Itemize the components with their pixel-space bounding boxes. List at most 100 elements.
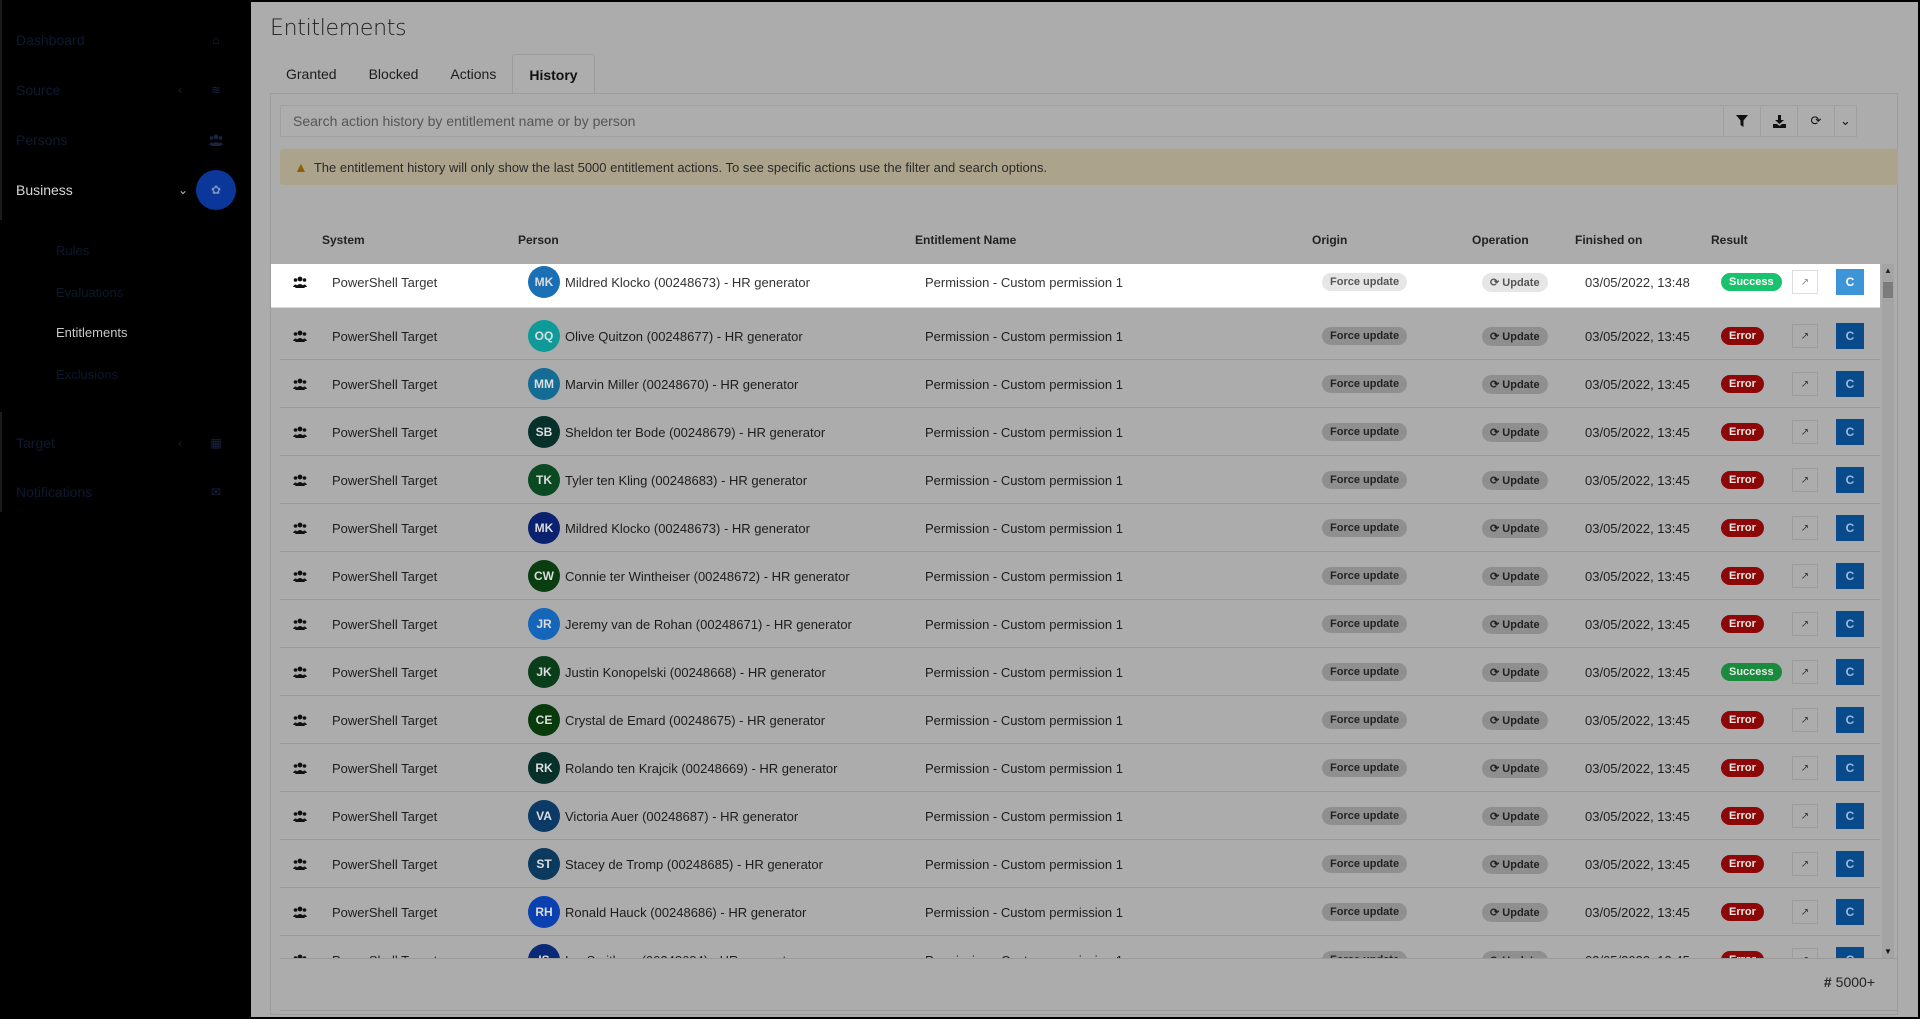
open-details-button[interactable]: ↗ (1792, 804, 1818, 828)
person-name[interactable]: Sheldon ter Bode (00248679) - HR generat… (565, 425, 825, 440)
open-details-button[interactable]: ↗ (1792, 324, 1818, 348)
sidebar-item-dashboard[interactable]: Dashboard ⌂ (0, 20, 250, 60)
open-details-button[interactable]: ↗ (1792, 468, 1818, 492)
person-name[interactable]: Tyler ten Kling (00248683) - HR generato… (565, 473, 807, 488)
table-row[interactable]: PowerShell Target SB Sheldon ter Bode (002… (280, 408, 1880, 456)
person-name[interactable]: Stacey de Tromp (00248685) - HR generato… (565, 857, 823, 872)
retry-button[interactable]: C (1836, 467, 1864, 493)
column-header-result[interactable]: Result (1711, 233, 1748, 247)
column-header-system[interactable]: System (322, 233, 365, 247)
sidebar-subitem-exclusions[interactable]: Exclusions (56, 367, 118, 382)
tab-granted[interactable]: Granted (270, 54, 353, 94)
retry-button[interactable]: C (1836, 803, 1864, 829)
sidebar-item-target[interactable]: Target ‹ ▦ (0, 423, 250, 463)
person-name[interactable]: Ronald Hauck (00248686) - HR generator (565, 905, 806, 920)
column-header-person[interactable]: Person (518, 233, 559, 247)
retry-button[interactable]: C (1836, 515, 1864, 541)
retry-button[interactable]: C (1836, 947, 1864, 958)
search-input[interactable] (281, 106, 1723, 136)
table-row[interactable]: PowerShell Target VA Victoria Auer (002486… (280, 792, 1880, 840)
group-icon (290, 360, 310, 408)
home-icon: ⌂ (212, 33, 220, 47)
retry-button[interactable]: C (1836, 269, 1864, 295)
person-name[interactable]: Connie ter Wintheiser (00248672) - HR ge… (565, 569, 850, 584)
table-row[interactable]: PowerShell Target RK Rolando ten Krajcik (… (280, 744, 1880, 792)
operation-badge: ⟳ Update (1482, 950, 1548, 958)
open-details-button[interactable]: ↗ (1792, 270, 1818, 294)
tab-actions[interactable]: Actions (434, 54, 512, 94)
sidebar-item-notifications[interactable]: Notifications ✉ (0, 472, 250, 512)
more-options-button[interactable]: ⌄ (1834, 106, 1856, 136)
person-name[interactable]: Jeremy van de Rohan (00248671) - HR gene… (565, 617, 852, 632)
open-details-button[interactable]: ↗ (1792, 708, 1818, 732)
finished-on-cell: 03/05/2022, 13:45 (1585, 328, 1690, 344)
table-row[interactable]: PowerShell Target CW Connie ter Wintheiser… (280, 552, 1880, 600)
table-row[interactable]: PowerShell Target RH Ronald Hauck (0024868… (280, 888, 1880, 936)
retry-button[interactable]: C (1836, 611, 1864, 637)
open-details-button[interactable]: ↗ (1792, 612, 1818, 636)
open-details-button[interactable]: ↗ (1792, 372, 1818, 396)
table-row[interactable]: PowerShell Target JK Justin Konopelski (00… (280, 648, 1880, 696)
scroll-down-icon[interactable]: ▼ (1884, 947, 1892, 956)
open-details-button[interactable]: ↗ (1792, 420, 1818, 444)
person-name[interactable]: Olive Quitzon (00248677) - HR generator (565, 329, 803, 344)
scrollbar-thumb[interactable] (1883, 282, 1893, 298)
column-header-entitlement-name[interactable]: Entitlement Name (915, 233, 1016, 247)
entitlement-cell: Permission - Custom permission 1 (925, 664, 1123, 680)
retry-button[interactable]: C (1836, 371, 1864, 397)
table-scrollbar[interactable]: ▲ ▼ (1882, 264, 1894, 958)
person-cell: VA Victoria Auer (00248687) - HR generato… (528, 792, 798, 840)
table-row[interactable]: PowerShell Target ISIan Smitham (00248684… (280, 936, 1880, 958)
table-row[interactable]: PowerShell Target OQ Olive Quitzon (002486… (280, 312, 1880, 360)
retry-button[interactable]: C (1836, 659, 1864, 685)
table-row[interactable]: PowerShell Target JR Jeremy van de Rohan (… (280, 600, 1880, 648)
system-cell: PowerShell Target (332, 424, 438, 440)
download-button[interactable] (1760, 106, 1797, 136)
person-name[interactable]: Marvin Miller (00248670) - HR generator (565, 377, 798, 392)
open-details-button[interactable]: ↗ (1792, 900, 1818, 924)
retry-button[interactable]: C (1836, 707, 1864, 733)
system-cell: PowerShell Target (332, 760, 438, 776)
tab-history[interactable]: History (512, 54, 595, 94)
sidebar-item-business[interactable]: Business ⌄ ✿ (0, 170, 250, 210)
table-row[interactable]: PowerShell Target TK Tyler ten Kling (0024… (280, 456, 1880, 504)
sidebar-item-source[interactable]: Source ‹ ≋ (0, 70, 250, 110)
table-row[interactable]: PowerShell Target MM Marvin Miller (002486… (280, 360, 1880, 408)
open-details-button[interactable]: ↗ (1792, 660, 1818, 684)
column-header-finished-on[interactable]: Finished on (1575, 233, 1642, 247)
person-name[interactable]: Justin Konopelski (00248668) - HR genera… (565, 665, 826, 680)
open-details-button[interactable]: ↗ (1792, 948, 1818, 958)
retry-button[interactable]: C (1836, 323, 1864, 349)
open-details-button[interactable]: ↗ (1792, 516, 1818, 540)
table-row[interactable]: PowerShell Target ST Stacey de Tromp (0024… (280, 840, 1880, 888)
sidebar-subitem-rules[interactable]: Rules (56, 243, 89, 258)
scroll-up-icon[interactable]: ▲ (1884, 266, 1892, 275)
open-details-button[interactable]: ↗ (1792, 756, 1818, 780)
open-details-button[interactable]: ↗ (1792, 564, 1818, 588)
column-header-operation[interactable]: Operation (1472, 233, 1529, 247)
person-name[interactable]: Crystal de Emard (00248675) - HR generat… (565, 713, 825, 728)
result-count: #5000+ (1824, 974, 1875, 990)
sidebar-item-persons[interactable]: Persons (0, 120, 250, 160)
retry-button[interactable]: C (1836, 563, 1864, 589)
origin-cell: Force update (1322, 504, 1408, 552)
person-name[interactable]: Mildred Klocko (00248673) - HR generator (565, 275, 810, 290)
filter-button[interactable] (1723, 106, 1760, 136)
retry-button[interactable]: C (1836, 419, 1864, 445)
tab-blocked[interactable]: Blocked (353, 54, 435, 94)
table-row[interactable]: PowerShell Target MK Mildred Klocko (00248… (271, 264, 1880, 308)
open-details-button[interactable]: ↗ (1792, 852, 1818, 876)
sidebar-subitem-entitlements[interactable]: Entitlements (56, 325, 128, 340)
person-name[interactable]: Rolando ten Krajcik (00248669) - HR gene… (565, 761, 837, 776)
table-row[interactable]: PowerShell Target MK Mildred Klocko (00248… (280, 504, 1880, 552)
retry-button[interactable]: C (1836, 851, 1864, 877)
person-name[interactable]: Victoria Auer (00248687) - HR generator (565, 809, 798, 824)
retry-button[interactable]: C (1836, 899, 1864, 925)
sync-icon: ⟳ (1490, 810, 1503, 823)
refresh-button[interactable]: ⟳ (1797, 106, 1834, 136)
sidebar-subitem-evaluations[interactable]: Evaluations (56, 285, 123, 300)
column-header-origin[interactable]: Origin (1312, 233, 1347, 247)
person-name[interactable]: Mildred Klocko (00248673) - HR generator (565, 521, 810, 536)
table-row[interactable]: PowerShell Target CE Crystal de Emard (002… (280, 696, 1880, 744)
retry-button[interactable]: C (1836, 755, 1864, 781)
